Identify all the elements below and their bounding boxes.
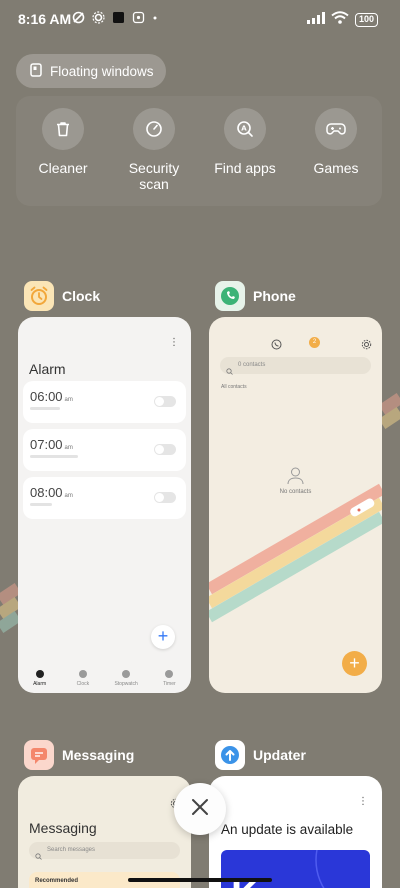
dial-button: + <box>342 651 367 676</box>
messaging-icon <box>24 740 54 770</box>
phone-app-name: Phone <box>253 288 296 304</box>
tab-clock: Clock <box>63 670 103 687</box>
alarm-ampm: am <box>64 493 73 499</box>
messages-search: Search messages <box>29 842 180 859</box>
timer-tab-icon <box>165 670 174 678</box>
clock-app-name: Clock <box>62 288 101 304</box>
update-banner: K <box>221 850 370 888</box>
stopwatch-tab-icon <box>122 670 131 678</box>
alarm-time: 08:00 <box>30 485 63 500</box>
updater-app-name: Updater <box>253 747 306 763</box>
clock-app-header[interactable]: Clock <box>24 281 100 311</box>
search-icon <box>35 847 42 865</box>
clear-all-button[interactable] <box>174 783 226 835</box>
alarm-clock-icon <box>24 281 54 311</box>
alarm-ampm: am <box>64 445 73 451</box>
alarm-toggle <box>154 492 176 503</box>
home-gesture-bar[interactable] <box>128 878 272 882</box>
alarm-toggle <box>154 396 176 407</box>
recommended-label: Recommended <box>35 878 79 884</box>
alarm-toggle <box>154 444 176 455</box>
phone-app-header[interactable]: Phone <box>215 281 296 311</box>
alarm-row: 08:00 am <box>23 477 186 519</box>
alarm-row: 07:00 am <box>23 429 186 471</box>
rainbow-wallpaper-phone <box>209 483 382 623</box>
alarm-tab-icon <box>35 670 44 678</box>
clock-bottom-tabs: Alarm Clock Stopwatch Timer <box>18 670 191 687</box>
update-available-title: An update is available <box>221 822 354 837</box>
more-options-icon: ⋮ <box>169 337 179 348</box>
messages-search-placeholder: Search messages <box>47 847 96 853</box>
add-alarm-button: + <box>151 625 175 649</box>
tab-alarm: Alarm <box>20 670 60 687</box>
messaging-app-card[interactable]: Messaging Search messages Recommended <box>18 776 191 888</box>
alarm-ampm: am <box>64 397 73 403</box>
messaging-app-header[interactable]: Messaging <box>24 740 134 770</box>
tab-timer: Timer <box>149 670 189 687</box>
alarm-time: 07:00 <box>30 437 63 452</box>
alarm-time: 06:00 <box>30 389 63 404</box>
alarm-row: 06:00 am <box>23 381 186 423</box>
close-icon <box>191 798 209 821</box>
messaging-title: Messaging <box>29 820 97 836</box>
phone-app-card[interactable]: 2 0 contacts All contacts No contacts + <box>209 317 382 693</box>
messaging-app-name: Messaging <box>62 747 135 763</box>
tab-stopwatch: Stopwatch <box>106 670 146 687</box>
clock-tab-icon <box>78 670 87 678</box>
updater-app-card[interactable]: ⋮ An update is available K <box>209 776 382 888</box>
updater-app-header[interactable]: Updater <box>215 740 306 770</box>
updater-icon <box>215 740 245 770</box>
phone-icon <box>215 281 245 311</box>
clock-app-card[interactable]: ⋮ Alarm 06:00 am 07:00 am 08:00 am + Alarm … <box>18 317 191 693</box>
alarm-title: Alarm <box>29 361 66 377</box>
more-options-icon: ⋮ <box>358 796 368 807</box>
